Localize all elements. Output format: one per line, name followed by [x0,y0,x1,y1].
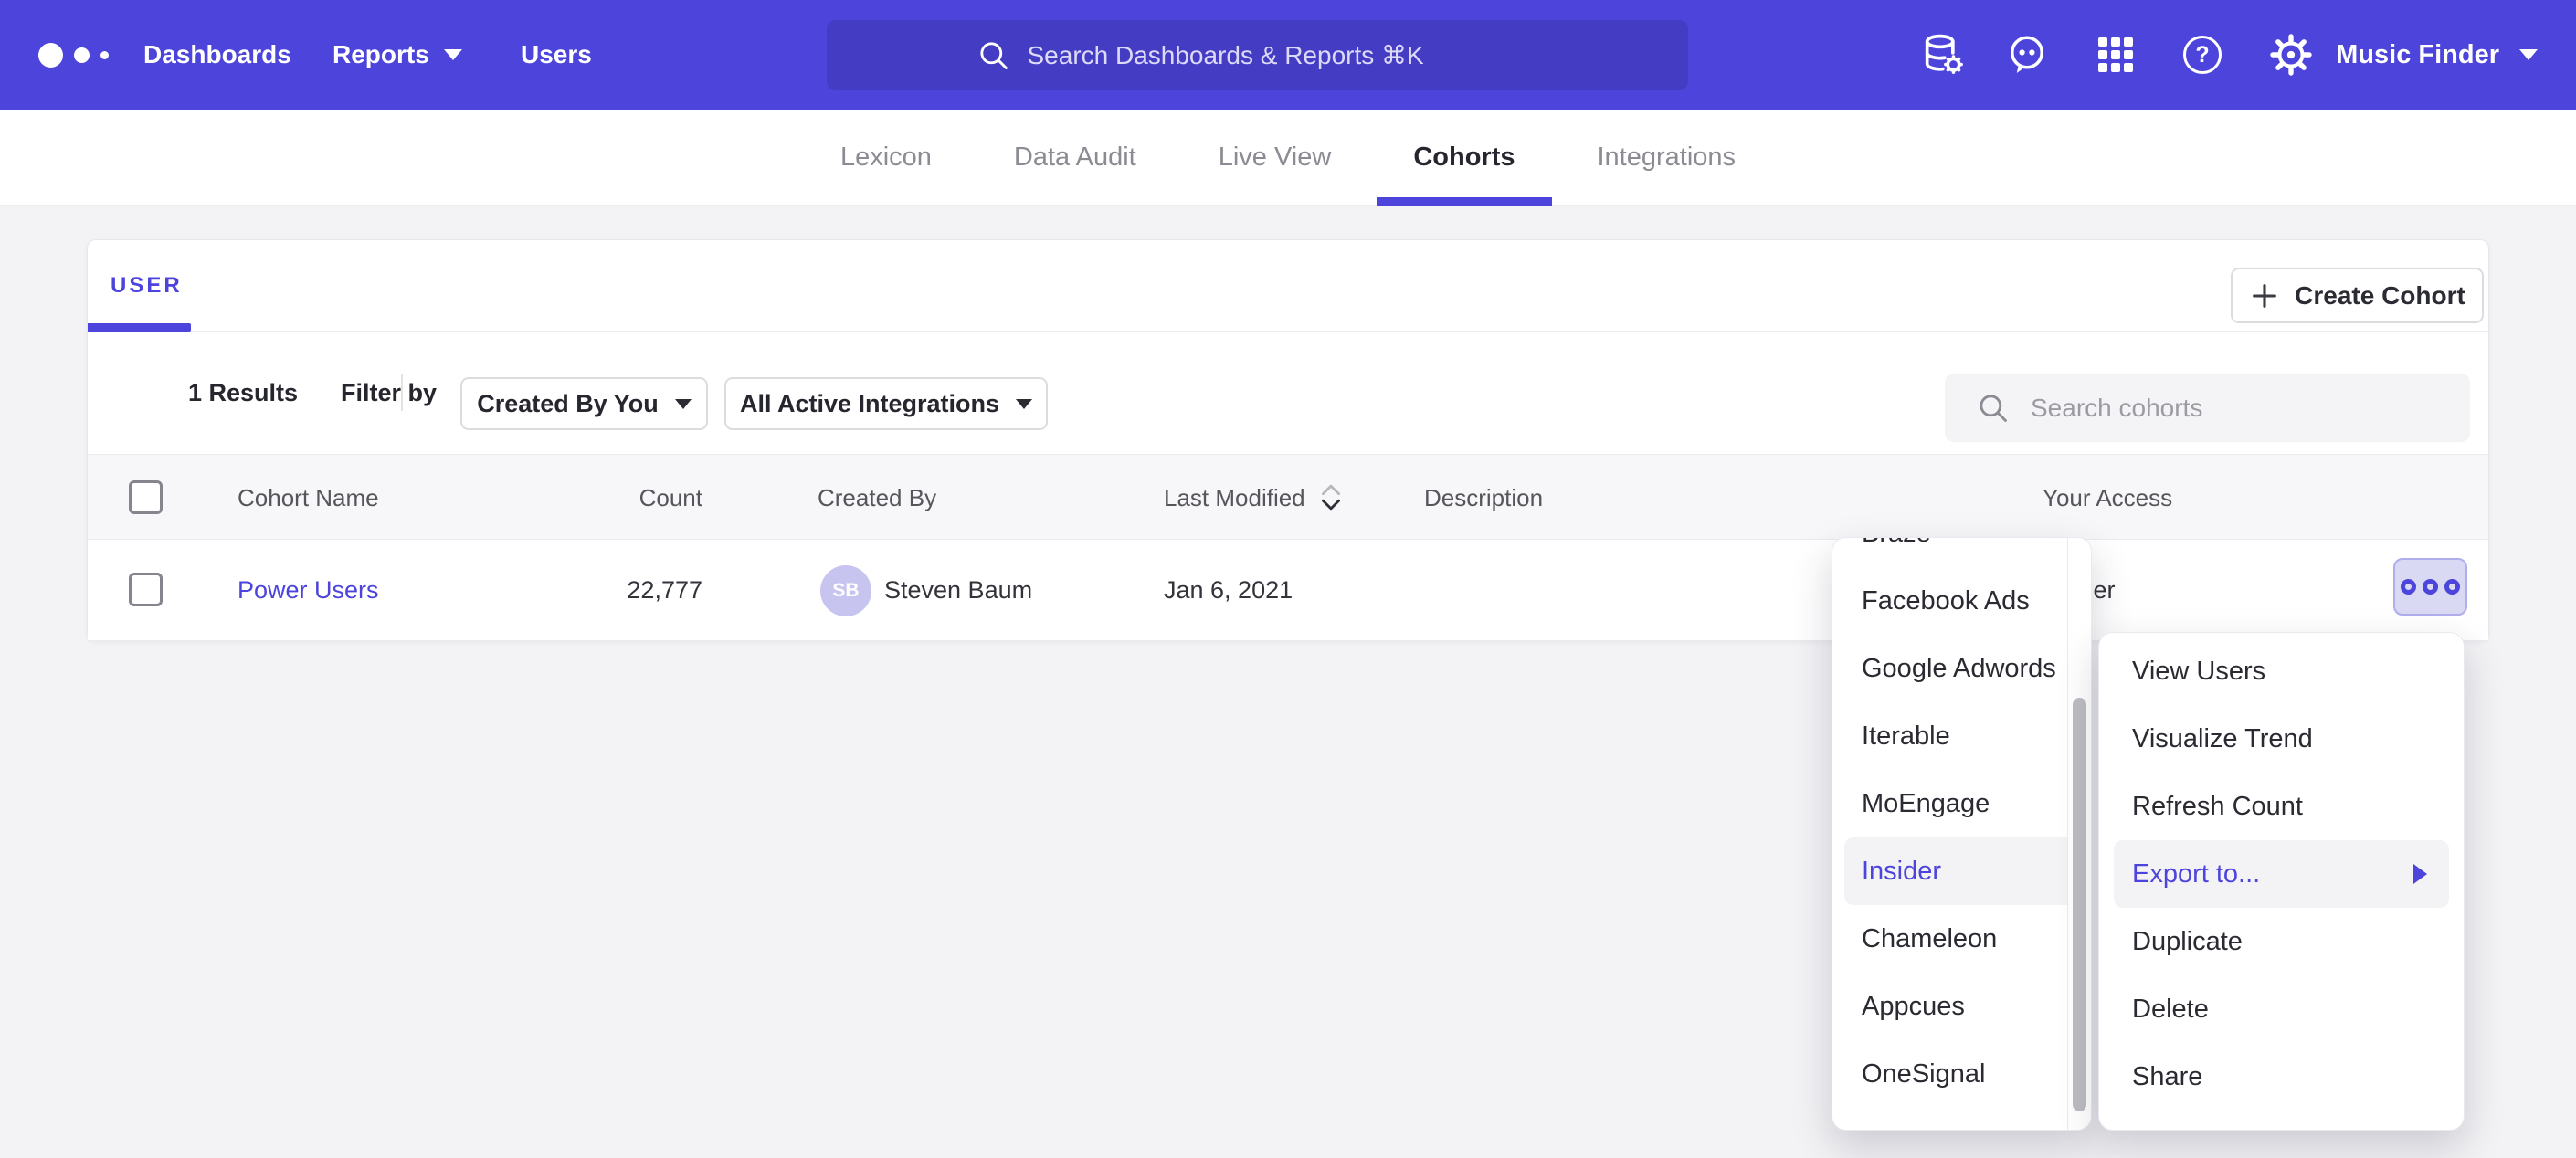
feedback-icon[interactable] [2000,0,2054,110]
col-cohort-name: Cohort Name [238,455,379,541]
filter-created-by[interactable]: Created By You [460,377,708,430]
global-search[interactable] [827,20,1688,90]
create-cohort-button[interactable]: Create Cohort [2231,268,2484,323]
tab-lexicon[interactable]: Lexicon [840,110,932,206]
search-icon [977,38,1011,73]
ellipsis-icon [2401,579,2416,595]
panel-header: USER Create Cohort [88,240,2488,332]
menu-item-visualize-trend[interactable]: Visualize Trend [2099,705,2464,773]
tab-cohorts[interactable]: Cohorts [1413,110,1515,206]
section-tabbar: Lexicon Data Audit Live View Cohorts Int… [0,110,2576,206]
cohort-name-link[interactable]: Power Users [238,576,379,605]
table-row[interactable]: Power Users 22,777 SB Steven Baum Jan 6,… [88,540,2488,641]
nav-reports-label: Reports [333,40,429,69]
menu-item-refresh-count[interactable]: Refresh Count [2099,773,2464,840]
filter-created-by-label: Created By You [477,390,659,418]
tab-lexicon-label: Lexicon [840,142,932,173]
menu-item-braze[interactable]: Braze [1832,537,2091,567]
brand-logo[interactable] [38,0,109,110]
menu-scrollbar-thumb[interactable] [2073,698,2086,1111]
last-modified-cell: Jan 6, 2021 [1164,540,1293,641]
tab-user-cohorts[interactable]: USER [111,240,183,332]
menu-item-moengage[interactable]: MoEngage [1832,770,2091,837]
row-actions-button[interactable] [2393,558,2467,616]
search-icon [1976,391,2011,426]
project-switcher[interactable]: Music Finder [2336,0,2538,110]
chevron-down-icon [444,49,462,60]
export-destinations-menu: Braze Facebook Ads Google Adwords Iterab… [1832,537,2092,1131]
menu-item-delete[interactable]: Delete [2099,975,2464,1043]
apps-grid-icon[interactable] [2088,0,2143,110]
tab-data-audit-label: Data Audit [1014,142,1136,173]
created-by-cell: Steven Baum [884,540,1032,641]
active-tab-underline [88,323,191,332]
tab-cohorts-label: Cohorts [1413,142,1515,173]
global-search-input[interactable] [1028,41,1539,70]
nav-users-label: Users [521,40,592,69]
results-count: 1 Results [188,332,298,454]
data-management-icon[interactable] [1916,0,1970,110]
col-count: Count [471,455,702,541]
project-name: Music Finder [2336,40,2499,70]
menu-item-view-users[interactable]: View Users [2099,637,2464,705]
tab-live-view-label: Live View [1219,142,1332,173]
col-last-modified-label: Last Modified [1164,484,1305,512]
settings-gear-icon[interactable] [2264,0,2318,110]
tab-integrations-label: Integrations [1598,142,1737,173]
chevron-down-icon [1016,399,1032,409]
col-your-access: Your Access [2043,455,2172,541]
filter-integrations[interactable]: All Active Integrations [724,377,1048,430]
sort-icon[interactable] [1318,481,1344,514]
tab-data-audit[interactable]: Data Audit [1014,110,1136,206]
filter-row: 1 Results Filter by Created By You All A… [88,332,2488,454]
submenu-arrow-icon [2413,864,2427,884]
avatar: SB [820,565,871,616]
cohort-name-cell: Power Users [238,540,379,641]
menu-item-export-to[interactable]: Export to... [2114,840,2449,908]
nav-users[interactable]: Users [521,0,592,110]
cohorts-panel: USER Create Cohort 1 Results Filter by C… [87,239,2489,641]
cohort-search[interactable] [1945,374,2470,442]
tab-integrations[interactable]: Integrations [1598,110,1737,206]
nav-reports[interactable]: Reports [333,0,462,110]
app-root: Dashboards Reports Users [0,0,2576,1158]
col-description: Description [1424,455,1543,541]
menu-item-google-adwords[interactable]: Google Adwords [1832,635,2091,702]
filter-by-label: Filter by [341,332,437,454]
table-header: Cohort Name Count Created By Last Modifi… [88,454,2488,540]
nav-dashboards-label: Dashboards [143,40,291,69]
tab-user-label: USER [111,273,183,299]
col-created-by: Created By [818,455,936,541]
chevron-down-icon [675,399,692,409]
plus-icon [2249,280,2280,311]
menu-item-iterable[interactable]: Iterable [1832,702,2091,770]
menu-item-facebook-ads[interactable]: Facebook Ads [1832,567,2091,635]
menu-item-onesignal[interactable]: OneSignal [1832,1040,2091,1108]
chevron-down-icon [2519,49,2538,60]
menu-item-appcues[interactable]: Appcues [1832,973,2091,1040]
row-context-menu: View Users Visualize Trend Refresh Count… [2098,632,2465,1131]
help-icon[interactable]: ? [2175,0,2230,110]
menu-item-export-to-label: Export to... [2132,859,2260,890]
menu-item-chameleon[interactable]: Chameleon [1832,905,2091,973]
menu-item-duplicate[interactable]: Duplicate [2099,908,2464,975]
select-all-checkbox[interactable] [129,480,163,514]
menu-scrollbar [2067,538,2091,1130]
create-cohort-label: Create Cohort [2295,281,2465,311]
filter-integrations-label: All Active Integrations [740,390,999,418]
count-cell: 22,777 [471,540,702,641]
top-navbar: Dashboards Reports Users [0,0,2576,110]
nav-dashboards[interactable]: Dashboards [143,0,291,110]
cohort-search-input[interactable] [2031,394,2433,423]
menu-item-share[interactable]: Share [2099,1043,2464,1111]
tab-live-view[interactable]: Live View [1219,110,1332,206]
col-last-modified[interactable]: Last Modified [1164,455,1344,541]
row-checkbox[interactable] [129,573,163,606]
menu-item-insider[interactable]: Insider [1844,837,2082,905]
